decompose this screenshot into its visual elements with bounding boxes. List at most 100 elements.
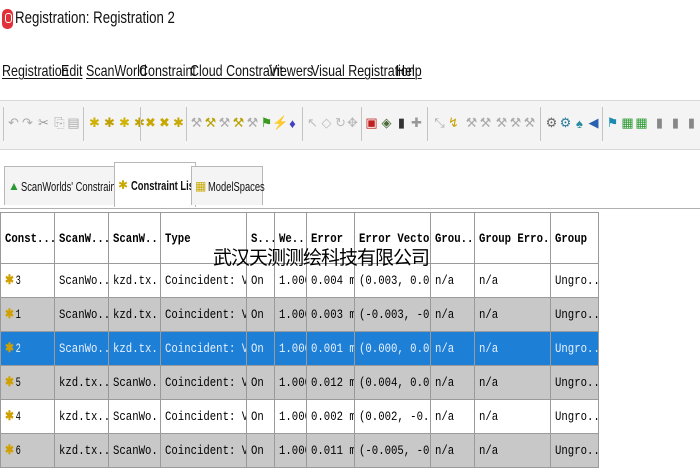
tool2-icon[interactable]: ⚙ bbox=[558, 114, 573, 132]
constraint2-icon[interactable]: ✖ bbox=[157, 114, 172, 132]
tool-icon[interactable]: ⚙ bbox=[544, 114, 559, 132]
add-scanworld-icon[interactable]: ✱ bbox=[87, 114, 102, 132]
view4-icon[interactable]: ✥ bbox=[345, 114, 360, 132]
column-header[interactable]: Group Erro... bbox=[474, 212, 551, 264]
link-icon[interactable]: ⤡ bbox=[432, 114, 447, 132]
tab-label: ScanWorlds' Constraints bbox=[21, 178, 124, 194]
table-cell: Ungro... bbox=[550, 433, 599, 468]
info-icon[interactable]: ▮ bbox=[394, 114, 409, 132]
table-cell: ScanWo... bbox=[54, 263, 109, 298]
panel3-icon[interactable]: ▮ bbox=[684, 114, 699, 132]
tab-constraint-list[interactable]: ✱ Constraint List bbox=[114, 162, 198, 207]
menu-scanworld[interactable]: ScanWorld bbox=[86, 63, 147, 81]
menu-help[interactable]: Help bbox=[396, 63, 422, 81]
table-cell: 0.011 m bbox=[306, 433, 355, 468]
toolbar: ↶ ↷ ✂ ⎘ ▤ ✱ ✱ ✱ ✱ ✖ ✖ ✱ ⚒ ⚒ ⚒ ⚒ ⚒ ⚑ ⚡ ♦ … bbox=[0, 100, 700, 150]
register2-icon[interactable]: ♦ bbox=[285, 114, 300, 132]
link7-icon[interactable]: ⚒ bbox=[522, 114, 537, 132]
view-icon[interactable]: ↖ bbox=[305, 114, 320, 132]
table-cell: Ungro... bbox=[550, 263, 599, 298]
tab-label: ModelSpaces bbox=[208, 178, 265, 194]
table-cell: On bbox=[246, 297, 275, 332]
constraint-icon: ✱ bbox=[5, 341, 14, 356]
table-row[interactable]: ✱1 ScanWo... kzd.tx... Coincident: Ve...… bbox=[0, 297, 599, 332]
table-cell: Ungro... bbox=[550, 399, 599, 434]
column-header[interactable]: Group bbox=[550, 212, 599, 264]
add-scanworld3-icon[interactable]: ✱ bbox=[117, 114, 132, 132]
lock-icon[interactable]: ▣ bbox=[364, 114, 379, 132]
table-cell: kzd.tx... bbox=[54, 433, 109, 468]
undo-icon[interactable]: ↶ bbox=[6, 114, 21, 132]
table-cell: Coincident: Ve... bbox=[160, 433, 247, 468]
table-cell: 1.0000 bbox=[274, 433, 307, 468]
tool4-icon[interactable]: ◀ bbox=[586, 114, 601, 132]
panel2-icon[interactable]: ▮ bbox=[668, 114, 683, 132]
table-cell: ✱ 3 bbox=[0, 263, 55, 298]
table-cell: n/a bbox=[474, 399, 551, 434]
pin-icon[interactable]: ✚ bbox=[409, 114, 424, 132]
grid-icon[interactable]: ▦ bbox=[620, 114, 635, 132]
redo-icon[interactable]: ↷ bbox=[20, 114, 35, 132]
column-header[interactable]: ScanW... bbox=[108, 212, 161, 264]
menu-registration[interactable]: Registration bbox=[2, 63, 69, 81]
link2-icon[interactable]: ↯ bbox=[446, 114, 461, 132]
table-cell: ScanWo... bbox=[108, 399, 161, 434]
table-cell: On bbox=[246, 331, 275, 366]
link3-icon[interactable]: ⚒ bbox=[464, 114, 479, 132]
tab-scanworlds-constraints[interactable]: ▲ ScanWorlds' Constraints bbox=[4, 166, 124, 205]
copy-icon[interactable]: ⎘ bbox=[52, 114, 67, 132]
menu-viewers[interactable]: Viewers bbox=[269, 63, 313, 81]
constraint-icon: ✱ bbox=[5, 273, 14, 288]
constraint3-icon[interactable]: ✱ bbox=[171, 114, 186, 132]
table-row-selected[interactable]: ✱2 ScanWo... kzd.tx... Coincident: Ve...… bbox=[0, 331, 599, 366]
toolbar-separator bbox=[540, 107, 541, 141]
tab-divider bbox=[0, 208, 700, 209]
add-scanworld2-icon[interactable]: ✱ bbox=[102, 114, 117, 132]
cloud3-icon[interactable]: ⚒ bbox=[217, 114, 232, 132]
panel-icon[interactable]: ▮ bbox=[652, 114, 667, 132]
link4-icon[interactable]: ⚒ bbox=[478, 114, 493, 132]
paste-icon[interactable]: ▤ bbox=[66, 114, 81, 132]
cloud5-icon[interactable]: ⚒ bbox=[245, 114, 260, 132]
link5-icon[interactable]: ⚒ bbox=[494, 114, 509, 132]
table-cell: kzd.tx... bbox=[108, 331, 161, 366]
tool3-icon[interactable]: ♠ bbox=[572, 114, 587, 132]
cloud2-icon[interactable]: ⚒ bbox=[203, 114, 218, 132]
table-cell: (-0.005, -0... bbox=[354, 433, 431, 468]
table-cell: ScanWo... bbox=[54, 331, 109, 366]
table-cell: ✱ 1 bbox=[0, 297, 55, 332]
table-cell: n/a bbox=[474, 297, 551, 332]
table-cell: kzd.tx... bbox=[54, 365, 109, 400]
table-row[interactable]: ✱4 kzd.tx... ScanWo... Coincident: Ve...… bbox=[0, 399, 599, 434]
table-row[interactable]: ✱6 kzd.tx... ScanWo... Coincident: Ve...… bbox=[0, 433, 599, 468]
column-header[interactable]: Const... bbox=[0, 212, 55, 264]
column-header[interactable]: ScanW... bbox=[54, 212, 109, 264]
table-cell: ✱ 5 bbox=[0, 365, 55, 400]
menu-edit[interactable]: Edit bbox=[61, 63, 83, 81]
table-cell: ✱ 2 bbox=[0, 331, 55, 366]
tab-modelspaces[interactable]: ▦ ModelSpaces bbox=[191, 166, 265, 205]
scan-icon[interactable]: ◈ bbox=[379, 114, 394, 132]
table-row[interactable]: ✱5 kzd.tx... ScanWo... Coincident: Ve...… bbox=[0, 365, 599, 400]
tab-label: Constraint List bbox=[131, 177, 198, 193]
link6-icon[interactable]: ⚒ bbox=[508, 114, 523, 132]
modelspace-icon: ▦ bbox=[195, 179, 207, 193]
cut-icon[interactable]: ✂ bbox=[36, 114, 51, 132]
view2-icon[interactable]: ◇ bbox=[319, 114, 334, 132]
cloud-icon[interactable]: ⚒ bbox=[189, 114, 204, 132]
title-bar: Registration: Registration 2 bbox=[0, 0, 700, 44]
constraint-icon: ✱ bbox=[5, 409, 14, 424]
table-cell: On bbox=[246, 433, 275, 468]
table-cell: Coincident: Ve... bbox=[160, 365, 247, 400]
constraint-icon[interactable]: ✖ bbox=[143, 114, 158, 132]
tool5-icon[interactable]: ⚑ bbox=[605, 114, 620, 132]
app-icon bbox=[2, 9, 13, 29]
table-cell: 0.012 m bbox=[306, 365, 355, 400]
table-cell: On bbox=[246, 399, 275, 434]
grid2-icon[interactable]: ▦ bbox=[634, 114, 649, 132]
menu-constraint[interactable]: Constraint bbox=[139, 63, 196, 81]
column-header[interactable]: Grou... bbox=[430, 212, 475, 264]
cloud4-icon[interactable]: ⚒ bbox=[231, 114, 246, 132]
toolbar-separator bbox=[361, 107, 362, 141]
table-cell: Coincident: Ve... bbox=[160, 297, 247, 332]
